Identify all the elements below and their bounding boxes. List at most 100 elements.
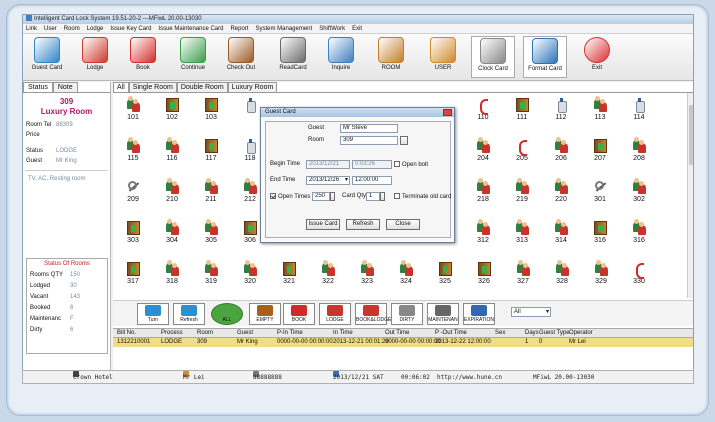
begin-date-field[interactable]: 2013/12/21: [306, 160, 350, 169]
menu-item-user[interactable]: User: [44, 26, 57, 32]
room-cell-101[interactable]: 101: [113, 96, 153, 132]
room-cell-114[interactable]: 114: [619, 96, 659, 132]
room-cell-206[interactable]: 206: [541, 137, 581, 173]
guest-name-field[interactable]: Mr Steve: [340, 124, 398, 133]
room-cell-102[interactable]: 102: [152, 96, 192, 132]
column-header[interactable]: In Time: [333, 329, 353, 338]
open-bolt-checkbox[interactable]: [394, 161, 400, 167]
clock-card-button[interactable]: Clock Card: [471, 36, 515, 78]
room-cell-329[interactable]: 329: [581, 260, 621, 296]
room-grid-scrollbar[interactable]: [687, 93, 693, 298]
menu-item-lodge[interactable]: Lodge: [87, 26, 104, 32]
readcard-button[interactable]: ReadCard: [271, 36, 315, 78]
room-cell-301[interactable]: 301: [580, 178, 620, 214]
refresh-button[interactable]: Refresh: [346, 219, 380, 230]
scrollbar-thumb[interactable]: [689, 105, 693, 165]
room-cell-210[interactable]: 210: [152, 178, 192, 214]
column-header[interactable]: Guest Type: [539, 329, 570, 338]
table-row[interactable]: 1312210001 LODGE 309 Mr King 0000-00-00 00:0…: [113, 338, 693, 347]
tab-status[interactable]: Status: [23, 82, 53, 92]
user-button[interactable]: USER: [421, 36, 465, 78]
card-qty-field[interactable]: 1: [366, 192, 380, 201]
book-button[interactable]: Book: [121, 36, 165, 78]
room-cell-313[interactable]: 313: [502, 219, 542, 255]
menu-item-room[interactable]: Room: [64, 26, 80, 32]
begin-time-field[interactable]: 0:03:26: [352, 160, 392, 169]
column-header[interactable]: Sex: [495, 329, 505, 338]
menu-item-issue-maintenance-card[interactable]: Issue Maintenance Card: [158, 26, 223, 32]
room-picker-button[interactable]: [400, 136, 408, 145]
room-cell-316[interactable]: 316: [580, 219, 620, 255]
room-cell-314[interactable]: 314: [541, 219, 581, 255]
filter-book-lodge-button[interactable]: BOOK&LODGE: [355, 303, 391, 325]
room-cell-321[interactable]: 321: [269, 260, 309, 296]
room-cell-204[interactable]: 204: [463, 137, 503, 173]
filter-dirty-button[interactable]: DIRTY: [391, 303, 423, 325]
room-cell-322[interactable]: 322: [308, 260, 348, 296]
column-header[interactable]: Out Time: [385, 329, 409, 338]
room-cell-110[interactable]: 110: [463, 96, 503, 132]
room-cell-220[interactable]: 220: [541, 178, 581, 214]
status-website[interactable]: http://www.hune.cn: [437, 371, 502, 385]
inquire-button[interactable]: Inquire: [319, 36, 363, 78]
room-cell-111[interactable]: 111: [502, 96, 542, 132]
filter-empty-button[interactable]: EMPTY: [249, 303, 281, 325]
room-field[interactable]: 309: [340, 136, 398, 145]
room-cell-305[interactable]: 305: [191, 219, 231, 255]
room-cell-218[interactable]: 218: [463, 178, 503, 214]
room-button[interactable]: ROOM: [369, 36, 413, 78]
filter-expiration-button[interactable]: EXPIRATION: [463, 303, 495, 325]
end-date-field[interactable]: 2013/12/26 ▾: [306, 176, 350, 185]
room-cell-207[interactable]: 207: [580, 137, 620, 173]
room-cell-324[interactable]: 324: [386, 260, 426, 296]
column-header[interactable]: Room: [197, 329, 213, 338]
format-card-button[interactable]: Format Card: [523, 36, 567, 78]
tab-all[interactable]: All: [113, 82, 129, 92]
tab-luxury-room[interactable]: Luxury Room: [227, 82, 278, 92]
column-header[interactable]: Bill No.: [117, 329, 136, 338]
room-cell-319[interactable]: 319: [191, 260, 231, 296]
filter-maintenan-button[interactable]: MAINTENAN: [427, 303, 459, 325]
menu-item-exit[interactable]: Exit: [352, 26, 362, 32]
column-header[interactable]: P -Out Time: [435, 329, 467, 338]
card-qty-stepper[interactable]: [380, 192, 385, 201]
close-button[interactable]: Close: [386, 219, 420, 230]
room-cell-318[interactable]: 318: [152, 260, 192, 296]
room-cell-211[interactable]: 211: [191, 178, 231, 214]
column-header[interactable]: Days: [525, 329, 539, 338]
room-cell-209[interactable]: 209: [113, 178, 153, 214]
room-cell-326[interactable]: 326: [464, 260, 504, 296]
room-cell-328[interactable]: 328: [542, 260, 582, 296]
room-cell-303[interactable]: 303: [113, 219, 153, 255]
exit-button[interactable]: Exit: [575, 36, 619, 78]
column-header[interactable]: P-In Time: [277, 329, 303, 338]
filter-turn-button[interactable]: Turn: [137, 303, 169, 325]
end-time-field[interactable]: 12:00:00: [352, 176, 392, 185]
lodge-button[interactable]: Lodge: [73, 36, 117, 78]
open-times-checkbox[interactable]: [270, 193, 276, 199]
tab-note[interactable]: Note: [52, 82, 78, 92]
room-cell-327[interactable]: 327: [503, 260, 543, 296]
open-times-option[interactable]: Open Times: [270, 193, 310, 200]
room-cell-116[interactable]: 116: [152, 137, 192, 173]
filter-lodge-button[interactable]: LODGE: [319, 303, 351, 325]
room-cell-304[interactable]: 304: [152, 219, 192, 255]
room-cell-317[interactable]: 317: [113, 260, 153, 296]
room-cell-115[interactable]: 115: [113, 137, 153, 173]
menu-item-system-management[interactable]: System Management: [255, 26, 312, 32]
menu-item-report[interactable]: Report: [230, 26, 248, 32]
room-cell-113[interactable]: 113: [580, 96, 620, 132]
room-filter-select[interactable]: All ▾: [511, 307, 551, 317]
menu-item-shiftwork[interactable]: ShiftWork: [319, 26, 345, 32]
room-cell-302[interactable]: 302: [619, 178, 659, 214]
room-cell-312[interactable]: 312: [463, 219, 503, 255]
open-bolt-option[interactable]: Open bolt: [394, 161, 428, 168]
close-icon[interactable]: [443, 109, 452, 116]
tab-single-room[interactable]: Single Room: [128, 82, 177, 92]
room-cell-316[interactable]: 316: [619, 219, 659, 255]
terminate-old-card-checkbox[interactable]: [394, 193, 400, 199]
room-cell-219[interactable]: 219: [502, 178, 542, 214]
terminate-old-card-option[interactable]: Terminate old card: [394, 193, 451, 200]
open-times-stepper[interactable]: [330, 192, 335, 201]
column-header[interactable]: Process: [161, 329, 183, 338]
